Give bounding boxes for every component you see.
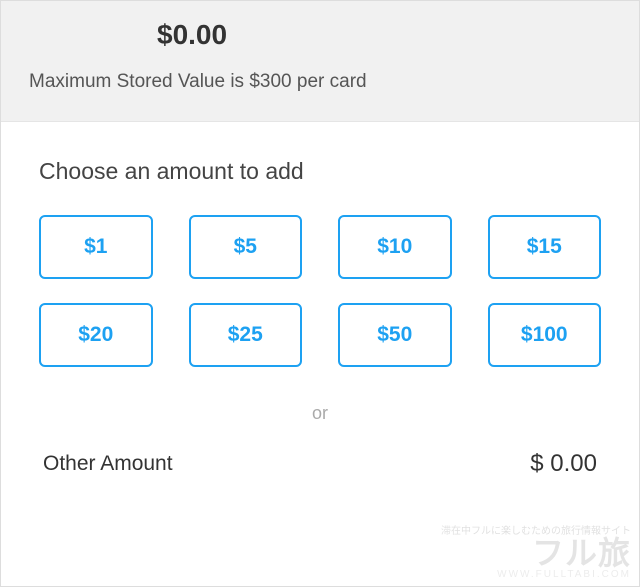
- card-info-panel: CARD INFORMATION $0.00 Maximum Stored Va…: [1, 1, 639, 122]
- watermark: 滞在中フルに楽しむための旅行情報サイト フル旅 WWW.FULLTABI.COM: [441, 522, 631, 580]
- amount-5-button[interactable]: $5: [189, 215, 303, 279]
- amount-15-button[interactable]: $15: [488, 215, 602, 279]
- section-title: Choose an amount to add: [39, 158, 601, 215]
- watermark-logo: フル旅: [441, 537, 631, 569]
- amount-grid: $1 $5 $10 $15 $20 $25 $50 $100: [39, 215, 601, 367]
- add-amount-section: Choose an amount to add $1 $5 $10 $15 $2…: [1, 122, 639, 478]
- amount-10-button[interactable]: $10: [338, 215, 452, 279]
- watermark-url: WWW.FULLTABI.COM: [441, 569, 631, 580]
- watermark-tagline: 滞在中フルに楽しむための旅行情報サイト: [441, 522, 631, 537]
- card-balance: $0.00: [29, 5, 611, 65]
- amount-20-button[interactable]: $20: [39, 303, 153, 367]
- amount-25-button[interactable]: $25: [189, 303, 303, 367]
- amount-100-button[interactable]: $100: [488, 303, 602, 367]
- other-amount-label: Other Amount: [43, 452, 173, 476]
- other-amount-row[interactable]: Other Amount $ 0.00: [39, 450, 601, 478]
- or-divider: or: [39, 367, 601, 450]
- other-amount-value: $ 0.00: [530, 450, 597, 478]
- max-value-note: Maximum Stored Value is $300 per card: [29, 65, 611, 93]
- amount-1-button[interactable]: $1: [39, 215, 153, 279]
- amount-50-button[interactable]: $50: [338, 303, 452, 367]
